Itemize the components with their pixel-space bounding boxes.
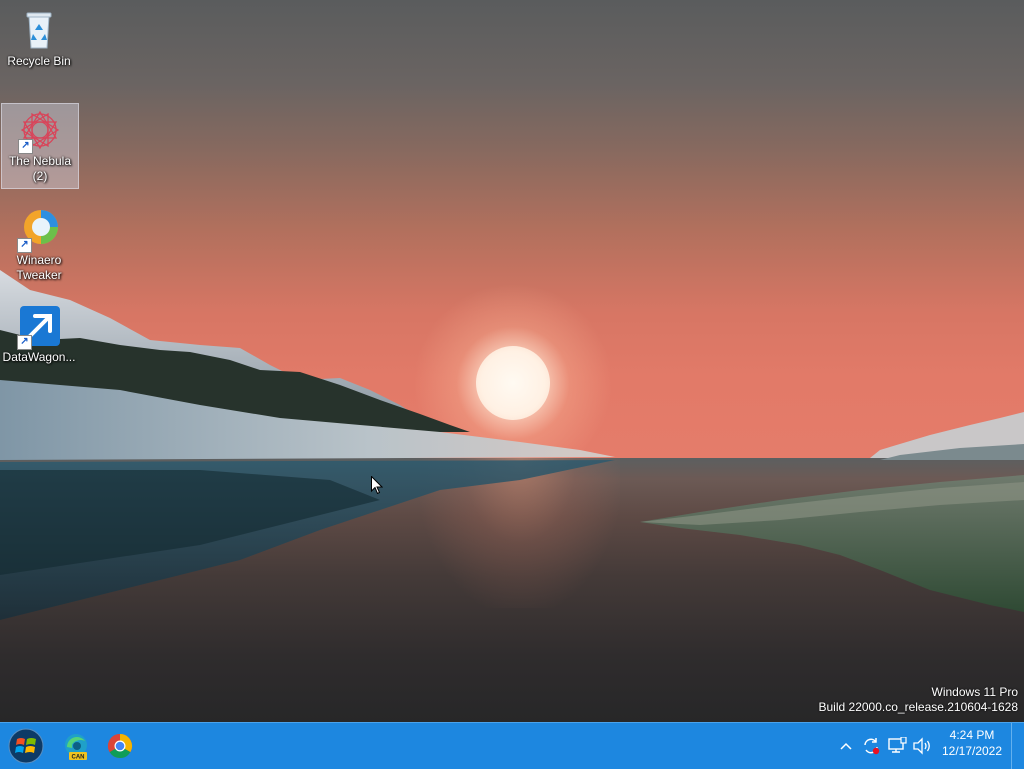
tray-sync[interactable] <box>860 735 882 757</box>
sync-icon <box>864 738 880 755</box>
chrome-icon <box>107 734 133 759</box>
taskbar-edge-canary[interactable]: CAN <box>56 727 96 765</box>
wallpaper-landscape <box>0 270 1024 620</box>
desktop-icon-datawagon[interactable]: ↗ DataWagon... <box>1 300 77 370</box>
network-icon <box>888 737 907 753</box>
desktop-icon-label-line2: (2) <box>32 169 48 183</box>
desktop-icon-the-nebula[interactable]: ↗ The Nebula (2) <box>1 103 79 189</box>
shortcut-arrow-icon: ↗ <box>17 335 32 350</box>
shortcut-arrow-icon: ↗ <box>18 139 33 154</box>
desktop-icon-label-line1: The Nebula <box>8 154 72 168</box>
desktop-icon-label: Recycle Bin <box>7 54 71 68</box>
desktop-icon-winaero-tweaker[interactable]: ↗ Winaero Tweaker <box>1 203 77 287</box>
clock-date: 12/17/2022 <box>941 744 1003 758</box>
tray-volume[interactable] <box>911 735 933 757</box>
show-desktop-button[interactable] <box>1011 723 1024 769</box>
chevron-up-icon <box>840 742 852 750</box>
desktop-icon-label-line2: Tweaker <box>16 268 62 282</box>
tray-clock[interactable]: 4:24 PM 12/17/2022 <box>938 727 1006 759</box>
recycle-bin-icon <box>17 8 61 52</box>
edge-canary-badge: CAN <box>72 754 85 760</box>
watermark-build: Build 22000.co_release.210604-1628 <box>818 700 1019 714</box>
nebula-app-icon: ↗ <box>18 108 62 154</box>
volume-icon <box>913 737 930 755</box>
show-hidden-icons-button[interactable] <box>835 735 857 757</box>
taskbar-chrome[interactable] <box>100 727 140 765</box>
desktop-icon-recycle-bin[interactable]: Recycle Bin <box>1 4 77 76</box>
shortcut-arrow-icon: ↗ <box>17 238 32 253</box>
mouse-cursor <box>371 475 384 500</box>
desktop-wallpaper <box>0 0 1024 722</box>
taskbar: CAN 4:24 PM 12/17/2022 <box>0 722 1024 769</box>
datawagon-icon: ↗ <box>17 304 61 350</box>
winaero-tweaker-icon: ↗ <box>17 207 61 253</box>
desktop-icon-label-line1: Winaero <box>16 253 62 267</box>
clock-time: 4:24 PM <box>949 728 995 742</box>
windows-version-watermark: Windows 11 Pro Build 22000.co_release.21… <box>819 685 1019 715</box>
tray-network[interactable] <box>886 735 908 757</box>
windows-logo-icon <box>8 728 44 764</box>
desktop-icon-label: DataWagon... <box>2 350 76 364</box>
start-button[interactable] <box>6 727 46 765</box>
watermark-edition: Windows 11 Pro <box>931 685 1018 699</box>
edge-canary-icon: CAN <box>65 734 87 760</box>
